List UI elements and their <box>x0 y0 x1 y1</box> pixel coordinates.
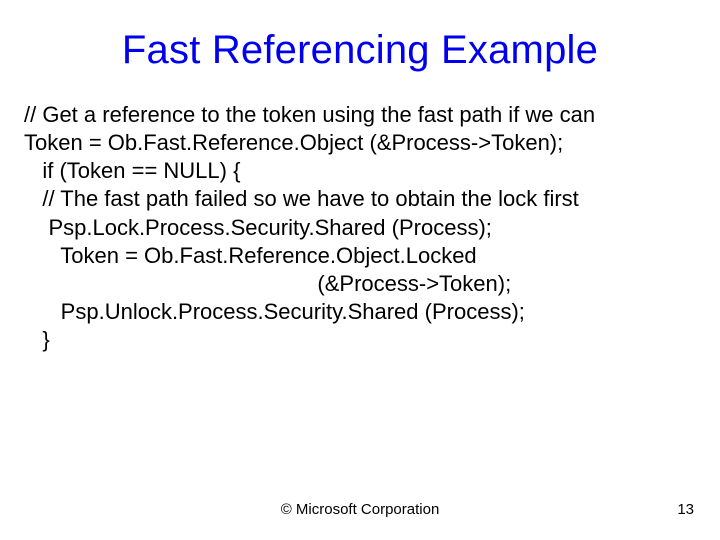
code-line: (&Process->Token); <box>24 270 696 298</box>
footer: © Microsoft Corporation 13 <box>0 501 720 518</box>
slide: Fast Referencing Example // Get a refere… <box>0 0 720 540</box>
code-line: Psp.Unlock.Process.Security.Shared (Proc… <box>24 298 696 326</box>
page-number: 13 <box>677 501 694 518</box>
code-line: Token = Ob.Fast.Reference.Object.Locked <box>24 242 696 270</box>
code-line: Token = Ob.Fast.Reference.Object (&Proce… <box>24 129 696 157</box>
code-line: // The fast path failed so we have to ob… <box>24 185 696 213</box>
slide-title: Fast Referencing Example <box>0 0 720 83</box>
code-line: if (Token == NULL) { <box>24 157 696 185</box>
code-line: // Get a reference to the token using th… <box>24 101 696 129</box>
copyright-text: © Microsoft Corporation <box>0 501 720 518</box>
code-block: // Get a reference to the token using th… <box>0 83 720 354</box>
code-line: } <box>24 326 696 354</box>
code-line: Psp.Lock.Process.Security.Shared (Proces… <box>24 214 696 242</box>
